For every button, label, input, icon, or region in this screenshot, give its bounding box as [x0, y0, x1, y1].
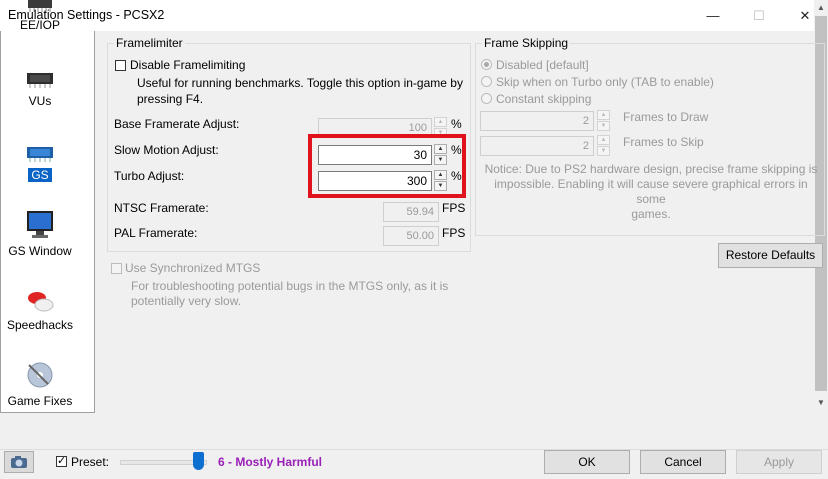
- radio-skip-turbo-label: Skip when on Turbo only (TAB to enable): [496, 75, 714, 89]
- apply-button: Apply: [736, 450, 822, 474]
- ok-button[interactable]: OK: [544, 450, 630, 474]
- minimize-button[interactable]: —: [690, 0, 736, 31]
- maximize-icon: ☐: [753, 7, 765, 23]
- mtgs-desc-2: potentially very slow.: [131, 294, 242, 308]
- pills-icon: [28, 292, 54, 312]
- framelimiter-title: Framelimiter: [114, 36, 185, 50]
- sidebar-item-gs-window[interactable]: GS Window: [0, 208, 80, 258]
- sidebar-item-ee-iop[interactable]: EE/IOP: [0, 0, 80, 32]
- cancel-button[interactable]: Cancel: [640, 450, 726, 474]
- frames-to-draw-field: 2: [480, 111, 594, 131]
- frame-skip-notice: Notice: Due to PS2 hardware design, prec…: [480, 162, 822, 222]
- disable-framelimiting-label: Disable Framelimiting: [130, 58, 246, 72]
- sidebar-label: GS Window: [8, 244, 72, 258]
- settings-sidebar: EE/IOP VUs GS GS Window Speedhacks Game …: [0, 0, 828, 413]
- pal-framerate-field: 50.00: [383, 226, 439, 246]
- close-icon: ✕: [799, 7, 811, 23]
- disable-framelimiting-desc-2: pressing F4.: [137, 92, 204, 106]
- minimize-icon: —: [706, 8, 720, 23]
- processor-icon: [27, 73, 53, 88]
- slow-motion-label: Slow Motion Adjust:: [114, 143, 219, 157]
- restore-defaults-button[interactable]: Restore Defaults: [718, 243, 823, 268]
- fps-label: FPS: [442, 226, 466, 240]
- radio-disabled-label: Disabled [default]: [496, 58, 589, 72]
- disc-icon: [27, 362, 53, 388]
- screenshot-button[interactable]: [4, 451, 34, 473]
- radio-skip-turbo: [481, 76, 492, 87]
- camera-icon: [11, 456, 27, 468]
- radio-disabled: [481, 59, 492, 70]
- frame-skipping-title: Frame Skipping: [482, 36, 571, 50]
- sidebar-label: GS: [28, 168, 52, 182]
- gs-chip-icon: [27, 147, 53, 162]
- sidebar-item-speedhacks[interactable]: Speedhacks: [0, 288, 80, 332]
- monitor-icon: [27, 211, 53, 238]
- sidebar-item-vus[interactable]: VUs: [0, 68, 80, 108]
- mtgs-desc: For troubleshooting potential bugs in th…: [131, 279, 449, 293]
- sidebar-item-game-fixes[interactable]: Game Fixes: [0, 360, 80, 408]
- ntsc-framerate-label: NTSC Framerate:: [114, 201, 209, 215]
- turbo-label: Turbo Adjust:: [114, 169, 185, 183]
- preset-label: Preset:: [71, 455, 110, 469]
- percent-label: %: [451, 117, 462, 131]
- preset-checkbox[interactable]: [56, 454, 67, 467]
- base-framerate-label: Base Framerate Adjust:: [114, 117, 240, 131]
- frames-to-draw-spinner: ▲ ▼: [597, 110, 610, 132]
- notice-line: impossible. Enabling it will cause sever…: [494, 177, 808, 206]
- sidebar-label: Speedhacks: [6, 318, 74, 332]
- pal-framerate-label: PAL Framerate:: [114, 226, 198, 240]
- frames-to-skip-label: Frames to Skip: [623, 135, 704, 149]
- sidebar-label: Game Fixes: [7, 394, 73, 408]
- frames-to-draw-label: Frames to Draw: [623, 110, 709, 124]
- preset-value: 6 - Mostly Harmful: [218, 455, 323, 469]
- synchronized-mtgs-label: Use Synchronized MTGS: [125, 261, 261, 275]
- radio-constant: [481, 93, 492, 104]
- frames-to-skip-field: 2: [480, 136, 594, 156]
- sidebar-label: VUs: [28, 94, 52, 108]
- sidebar-item-gs[interactable]: GS: [0, 142, 80, 182]
- highlight-box: [308, 134, 466, 198]
- frames-to-skip-spinner: ▲ ▼: [597, 135, 610, 157]
- fps-label: FPS: [442, 201, 466, 215]
- chip-icon: [28, 0, 52, 12]
- preset-slider-thumb[interactable]: [193, 452, 204, 470]
- sidebar-label: EE/IOP: [19, 18, 60, 32]
- synchronized-mtgs-checkbox: [111, 263, 122, 274]
- notice-line: Notice: Due to PS2 hardware design, prec…: [484, 162, 818, 176]
- maximize-button: ☐: [736, 0, 782, 31]
- disable-framelimiting-checkbox[interactable]: [115, 60, 126, 71]
- notice-line: games.: [631, 207, 671, 221]
- ntsc-framerate-field: 59.94: [383, 202, 439, 222]
- title-bar: Emulation Settings - PCSX2 — ☐ ✕: [0, 0, 828, 31]
- disable-framelimiting-desc: Useful for running benchmarks. Toggle th…: [137, 76, 463, 90]
- radio-constant-label: Constant skipping: [496, 92, 592, 106]
